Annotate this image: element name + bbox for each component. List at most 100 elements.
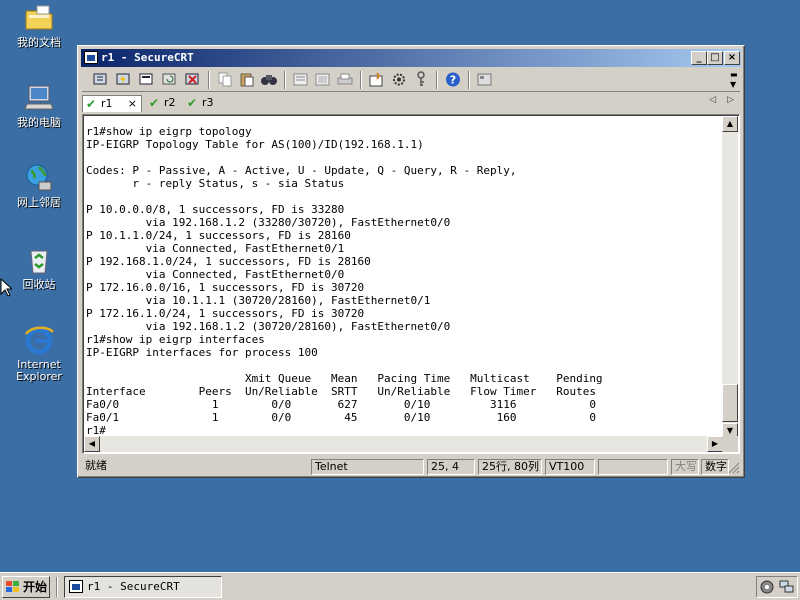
desktop-icon-label: 我的文档 — [17, 36, 61, 49]
terminal-line: via Connected, FastEthernet0/1 — [145, 242, 345, 255]
securecrt-app-icon — [84, 51, 98, 64]
quick-connect-icon[interactable] — [115, 71, 133, 88]
scroll-up-icon[interactable]: ▲ — [722, 116, 738, 132]
terminal-line: P 10.1.1.0/24, 1 successors, FD is 28160 — [86, 229, 351, 242]
terminal-line: Fa0/1 1 0/0 45 0/10 160 0 — [86, 411, 596, 424]
global-options-icon[interactable] — [390, 71, 408, 88]
status-cursor-position: 25, 4 — [427, 459, 475, 475]
find-icon[interactable] — [260, 71, 278, 88]
svg-text:?: ? — [450, 74, 456, 87]
scroll-right-icon[interactable]: ▶ — [707, 436, 723, 452]
start-label: 开始 — [23, 580, 48, 594]
internet-explorer-icon — [23, 324, 55, 356]
desktop-icon-internet-explorer[interactable]: Internet Explorer — [4, 324, 74, 383]
desktop-icon-my-computer[interactable]: 我的电脑 — [4, 82, 74, 129]
desktop-icon-my-documents[interactable]: 我的文档 — [4, 2, 74, 49]
scroll-left-icon[interactable]: ◀ — [84, 436, 100, 452]
tab-scroll-left-icon[interactable]: ◁ — [709, 95, 716, 105]
window-title: r1 - SecureCRT — [101, 51, 194, 64]
connected-check-icon: ✔ — [149, 96, 160, 110]
connect-icon[interactable] — [92, 71, 110, 88]
start-button[interactable]: 开始 — [2, 576, 50, 598]
windows-flag-icon — [6, 581, 19, 592]
tab-label: r3 — [202, 96, 214, 109]
connected-check-icon: ✔ — [187, 96, 198, 110]
tab-r1[interactable]: ✔ r1 × — [82, 95, 142, 112]
vertical-scrollbar[interactable]: ▲ ▼ — [722, 116, 738, 439]
taskbar: 开始 r1 - SecureCRT — [0, 572, 800, 600]
terminal-area[interactable]: r1#show ip eigrp topology IP-EIGRP Topol… — [82, 114, 740, 454]
status-emulation: VT100 — [545, 459, 595, 475]
terminal-line: via 192.168.1.2 (30720/28160), FastEther… — [145, 320, 451, 333]
terminal-line: IP-EIGRP interfaces for process 100 — [86, 346, 318, 359]
close-button[interactable]: × — [724, 51, 740, 65]
settings-icon[interactable] — [368, 71, 386, 88]
horizontal-scrollbar[interactable]: ◀ ▶ — [84, 436, 723, 452]
maximize-button[interactable]: □ — [707, 51, 723, 65]
terminal-line: Interface Peers Un/Reliable SRTT Un/Reli… — [86, 385, 596, 398]
status-caps-lock: 大写 — [671, 459, 699, 475]
vertical-scroll-thumb[interactable] — [722, 384, 738, 422]
help-icon[interactable]: ? — [444, 71, 462, 88]
toolbar-overflow-icon[interactable]: ▬ ▼ — [730, 70, 738, 90]
tab-scroll-right-icon[interactable]: ▷ — [727, 95, 734, 105]
toolbar: ? ▬ ▼ — [82, 68, 740, 92]
toolbar-separator — [208, 71, 210, 89]
session-options-icon[interactable] — [292, 71, 310, 88]
network-tray-icon[interactable] — [760, 580, 774, 594]
tab-close-button[interactable]: × — [128, 96, 137, 112]
securecrt-window[interactable]: r1 - SecureCRT _ □ × ? ▬ ▼ ✔ r1 × ✔ r2 ✔… — [77, 45, 745, 478]
toolbar-separator — [360, 71, 362, 89]
terminal-line: via 192.168.1.2 (33280/30720), FastEther… — [145, 216, 451, 229]
taskbar-button-label: r1 - SecureCRT — [87, 580, 180, 593]
desktop-icon-label-line2: Explorer — [16, 370, 62, 383]
terminal-line: Fa0/0 1 0/0 627 0/10 3116 0 — [86, 398, 596, 411]
connected-check-icon: ✔ — [86, 97, 97, 111]
connect-tab-icon[interactable] — [138, 71, 156, 88]
reconnect-icon[interactable] — [161, 71, 179, 88]
terminal-line: P 192.168.1.0/24, 1 successors, FD is 28… — [86, 255, 371, 268]
terminal-line: r - reply Status, s - sia Status — [132, 177, 345, 190]
terminal-line: Xmit Queue Mean Pacing Time Multicast Pe… — [244, 372, 603, 385]
resize-grip-icon[interactable] — [728, 462, 740, 474]
tab-r3[interactable]: ✔ r3 — [184, 95, 220, 112]
globe-network-icon — [23, 162, 55, 194]
status-terminal-size: 25行, 80列 — [478, 459, 542, 475]
scrollbar-corner — [722, 436, 738, 452]
desktop-icon-label: 我的电脑 — [17, 116, 61, 129]
print-icon[interactable] — [336, 71, 354, 88]
terminal-line: via 10.1.1.1 (30720/28160), FastEthernet… — [145, 294, 431, 307]
network-connection-tray-icon[interactable] — [779, 580, 795, 594]
recycle-bin-icon — [23, 244, 55, 276]
folder-icon — [23, 2, 55, 34]
session-tab-bar: ✔ r1 × ✔ r2 ✔ r3 ◁ ▷ — [82, 94, 740, 112]
mouse-pointer-icon — [0, 278, 12, 297]
taskbar-separator — [56, 577, 58, 597]
terminal-line: r1#show ip eigrp topology — [86, 125, 252, 138]
tab-label: r2 — [164, 96, 176, 109]
desktop-icon-label: 回收站 — [22, 278, 56, 291]
computer-icon — [23, 82, 55, 114]
desktop-icon-label: 网上邻居 — [17, 196, 61, 209]
status-ready: 就绪 — [85, 459, 107, 472]
desktop-icon-recycle-bin[interactable]: 回收站 — [4, 244, 74, 291]
minimize-button[interactable]: _ — [691, 51, 707, 65]
sftp-icon[interactable] — [476, 71, 494, 88]
terminal-line: IP-EIGRP Topology Table for AS(100)/ID(1… — [86, 138, 424, 151]
toolbar-separator — [436, 71, 438, 89]
tab-r2[interactable]: ✔ r2 — [146, 95, 182, 112]
status-protocol: Telnet — [311, 459, 424, 475]
log-session-icon[interactable] — [314, 71, 332, 88]
terminal-line: via Connected, FastEthernet0/0 — [145, 268, 345, 281]
taskbar-button-securecrt[interactable]: r1 - SecureCRT — [64, 576, 222, 598]
copy-icon[interactable] — [216, 71, 234, 88]
title-bar[interactable]: r1 - SecureCRT _ □ × — [81, 49, 741, 67]
key-icon[interactable] — [412, 71, 430, 88]
terminal-output: r1#show ip eigrp topology IP-EIGRP Topol… — [86, 125, 603, 437]
terminal-line: P 172.16.1.0/24, 1 successors, FD is 307… — [86, 307, 365, 320]
desktop-icon-network[interactable]: 网上邻居 — [4, 162, 74, 209]
paste-icon[interactable] — [238, 71, 256, 88]
disconnect-icon[interactable] — [184, 71, 202, 88]
terminal-line: Codes: P - Passive, A - Active, U - Upda… — [86, 164, 517, 177]
toolbar-separator — [284, 71, 286, 89]
